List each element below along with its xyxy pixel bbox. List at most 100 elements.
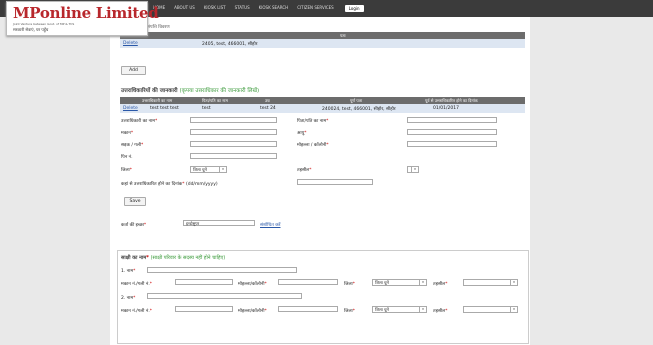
heir-age-cell: test 24 xyxy=(260,106,276,111)
witness1-tehsil-select[interactable]: ▾ xyxy=(463,279,518,286)
chevron-down-icon: ▾ xyxy=(219,167,226,172)
witness2-locality-label-text: मोहल्ला/कॉलोनी xyxy=(238,309,265,314)
witness1-locality-label: मोहल्ला/कॉलोनी* xyxy=(238,282,267,287)
witness2-house-input[interactable] xyxy=(175,306,233,312)
locality-input[interactable] xyxy=(407,141,497,147)
witness2-tehsil-select[interactable]: ▾ xyxy=(463,306,518,313)
witness1-locality-input[interactable] xyxy=(278,279,338,285)
nav-status[interactable]: STATUS xyxy=(235,5,250,12)
applicant-input[interactable]: इन्डोसुपर xyxy=(183,220,255,226)
witness1-district-label-text: जिला xyxy=(344,282,353,287)
witness2-district-value: जिला चुनें xyxy=(375,307,389,312)
brand-tagline: सरकारी सेवाएं, घर पहुँच xyxy=(13,27,49,32)
house-input[interactable] xyxy=(190,129,277,135)
father-name-label: पिता/पति का नाम* xyxy=(297,119,329,124)
login-button[interactable]: Login xyxy=(344,5,364,12)
brand-name: MPonline Limited xyxy=(13,4,159,22)
witness2-locality-label: मोहल्ला/कॉलोनी* xyxy=(238,309,267,314)
locality-label: मोहल्ला / कॉलोनी* xyxy=(297,143,329,148)
witness-note: (साक्षी परिवार के सदस्य नहीं होने चाहिए) xyxy=(150,255,226,261)
house-label-text: मकान xyxy=(121,131,131,136)
locality-label-text: मोहल्ला / कॉलोनी xyxy=(297,143,327,148)
age-input[interactable] xyxy=(407,129,497,135)
heir-date-cell: 01/01/2017 xyxy=(433,106,459,111)
age-label: आयु* xyxy=(297,131,307,136)
nav-kiosk-search[interactable]: KIOSK SEARCH xyxy=(259,5,289,12)
nav-kiosk-list[interactable]: KIOSK LIST xyxy=(204,5,226,12)
inheritance-date-input[interactable] xyxy=(297,179,373,185)
witness2-district-label: जिला* xyxy=(344,309,355,314)
witness1-tehsil-label-text: तहसील xyxy=(433,282,446,287)
chevron-down-icon: ▾ xyxy=(510,307,517,312)
heir-name-input[interactable] xyxy=(190,117,277,123)
chevron-down-icon: ▾ xyxy=(419,307,426,312)
district-label-text: जिला xyxy=(121,168,130,173)
heirs-title-text: उत्तराधिकारियों की जानकारी xyxy=(121,88,178,94)
modify-link[interactable]: संशोधित करें xyxy=(260,222,281,228)
heir-name-label: उत्तराधिकारी का नाम* xyxy=(121,119,158,124)
witness2-name-input[interactable] xyxy=(147,293,302,299)
delete-heir-link[interactable]: Delete xyxy=(123,106,138,111)
nav-citizen-services[interactable]: CITIZEN SERVICES xyxy=(297,5,334,12)
address-table-header: पता xyxy=(120,32,525,39)
street-input[interactable] xyxy=(190,141,277,147)
district-select[interactable]: जिला चुनें ▾ xyxy=(190,166,227,173)
tehsil-select[interactable]: ▾ xyxy=(407,166,419,173)
witness2-locality-input[interactable] xyxy=(278,306,338,312)
witness1-house-label: मकान नं./गली नं.* xyxy=(121,282,153,287)
applicant-label-text: कर्ता की इच्छा xyxy=(121,223,144,228)
site-logo[interactable]: MPonline Limited Joint Venture between G… xyxy=(6,1,159,36)
tehsil-label: तहसील* xyxy=(297,168,312,173)
delete-address-link[interactable]: Delete xyxy=(123,41,138,46)
witness2-house-label-text: मकान नं./गली नं. xyxy=(121,309,150,314)
witness1-house-input[interactable] xyxy=(175,279,233,285)
witness1-house-label-text: मकान नं./गली नं. xyxy=(121,282,150,287)
witness2-name-label-text: 2. नाम xyxy=(121,296,134,301)
street-label: सड़क / गली* xyxy=(121,143,144,148)
father-name-input[interactable] xyxy=(407,117,497,123)
add-button[interactable]: Add xyxy=(121,66,146,75)
pin-label: पिन नं. xyxy=(121,155,133,160)
father-name-label-text: पिता/पति का नाम xyxy=(297,119,327,124)
inheritance-date-label-text: कहां से उत्तराधिकारित होने का दिनांक xyxy=(121,182,183,187)
witness1-locality-label-text: मोहल्ला/कॉलोनी xyxy=(238,282,265,287)
brand-subtitle: Joint Venture between Govt. of MP & TCS xyxy=(13,22,75,26)
house-label: मकान* xyxy=(121,131,134,136)
save-button[interactable]: Save xyxy=(124,197,146,206)
witness1-tehsil-label: तहसील* xyxy=(433,282,448,287)
district-label: जिला* xyxy=(121,168,132,173)
chevron-down-icon: ▾ xyxy=(411,167,418,172)
witness1-district-label: जिला* xyxy=(344,282,355,287)
witness-title-text: साक्षी का नाम xyxy=(121,255,147,261)
witness1-name-input[interactable] xyxy=(147,267,297,273)
witness-title: साक्षी का नाम* (साक्षी परिवार के सदस्य न… xyxy=(121,255,226,261)
address-cell: 2405, test, 466001, सीहोर xyxy=(202,42,258,47)
heirs-table-header: उत्तराधिकारी का नाम पिता/पति का नाम उम्र… xyxy=(120,97,525,104)
street-label-text: सड़क / गली xyxy=(121,143,142,148)
applicant-label: कर्ता की इच्छा* xyxy=(121,223,147,228)
nav-about-us[interactable]: ABOUT US xyxy=(174,5,195,12)
witness1-district-value: जिला चुनें xyxy=(375,280,389,285)
heirs-note: (कृपया उत्तराधिकार की जानकारी लिखें) xyxy=(179,88,260,94)
witness1-name-label-text: 1. नाम xyxy=(121,269,134,274)
witness2-tehsil-label: तहसील* xyxy=(433,309,448,314)
heirs-section-title: उत्तराधिकारियों की जानकारी (कृपया उत्तरा… xyxy=(121,86,259,94)
table-row xyxy=(120,39,525,48)
chevron-down-icon: ▾ xyxy=(510,280,517,285)
witness2-house-label: मकान नं./गली नं.* xyxy=(121,309,153,314)
heir-father-cell: test xyxy=(202,106,211,111)
chevron-down-icon: ▾ xyxy=(419,280,426,285)
witness1-name-label: 1. नाम* xyxy=(121,269,136,274)
heir-address-cell: 240024, test, 466001, सीहोर, सीहोर xyxy=(322,107,396,112)
pin-input[interactable] xyxy=(190,153,277,159)
main-nav: HOME ABOUT US KIOSK LIST STATUS KIOSK SE… xyxy=(153,5,364,12)
heir-name-cell: test test test xyxy=(150,106,179,111)
district-select-value: जिला चुनें xyxy=(193,167,207,172)
witness2-district-select[interactable]: जिला चुनें ▾ xyxy=(372,306,427,313)
heir-name-label-text: उत्तराधिकारी का नाम xyxy=(121,119,155,124)
witness2-tehsil-label-text: तहसील xyxy=(433,309,446,314)
witness2-name-label: 2. नाम* xyxy=(121,296,136,301)
tehsil-label-text: तहसील xyxy=(297,168,310,173)
main-content: संपत्ति विवरण पता Delete 2405, test, 466… xyxy=(110,17,530,345)
witness1-district-select[interactable]: जिला चुनें ▾ xyxy=(372,279,427,286)
